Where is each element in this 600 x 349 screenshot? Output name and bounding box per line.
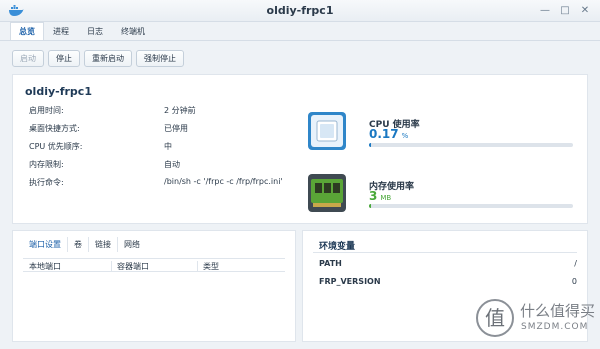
tab-volumes[interactable]: 卷 (68, 237, 89, 252)
tab-bar: 总览 进程 日志 终端机 (10, 22, 154, 40)
window-title: oldiy-frpc1 (266, 4, 334, 17)
memory-usage-fill (369, 204, 371, 208)
info-value: 已停用 (164, 124, 188, 133)
env-key: PATH (319, 259, 342, 268)
column-divider (197, 261, 198, 271)
tab-process[interactable]: 进程 (44, 22, 78, 40)
maximize-icon[interactable]: □ (558, 4, 572, 18)
env-title: 环境变量 (319, 242, 356, 252)
info-key: 启用时间: (29, 106, 64, 115)
restart-button[interactable]: 重新启动 (84, 50, 132, 67)
column-header-container-port[interactable]: 容器端口 (117, 261, 149, 272)
title-bar: oldiy-frpc1 — □ ✕ (0, 0, 600, 22)
tab-log[interactable]: 日志 (78, 22, 112, 40)
tab-links[interactable]: 链接 (89, 237, 118, 252)
start-button[interactable]: 启动 (12, 50, 44, 67)
env-key: FRP_VERSION (319, 277, 381, 286)
overview-panel: oldiy-frpc1 启用时间: 2 分钟前 桌面快捷方式: 已停用 CPU … (12, 74, 588, 224)
tab-network[interactable]: 网络 (118, 237, 146, 252)
env-value: / (574, 259, 577, 268)
info-key: 执行命令: (29, 178, 64, 187)
info-key: 桌面快捷方式: (29, 124, 80, 133)
info-key: CPU 优先顺序: (29, 142, 83, 151)
column-header-local-port[interactable]: 本地端口 (29, 261, 61, 272)
info-key: 内存限制: (29, 160, 64, 169)
watermark-logo: 值 (476, 299, 514, 337)
stop-button[interactable]: 停止 (48, 50, 80, 67)
tab-terminal[interactable]: 终端机 (112, 22, 154, 40)
cpu-usage-bar (369, 143, 573, 147)
watermark-text: 什么值得买 (520, 302, 596, 320)
toolbar: 启动 停止 重新启动 强制停止 (12, 50, 184, 67)
cpu-usage-fill (369, 143, 371, 147)
cpu-usage-value: 0.17% (369, 127, 409, 141)
tab-port-settings[interactable]: 端口设置 (23, 237, 68, 252)
tab-overview[interactable]: 总览 (10, 22, 44, 40)
env-divider (313, 252, 577, 253)
force-stop-button[interactable]: 强制停止 (136, 50, 184, 67)
memory-icon (308, 174, 346, 212)
env-value: 0 (571, 277, 577, 286)
tab-divider (0, 40, 600, 41)
watermark: 值 什么值得买 SMZDM.COM (476, 295, 600, 349)
info-value: 中 (164, 142, 172, 151)
ports-tab-bar: 端口设置 卷 链接 网络 (23, 237, 146, 252)
ports-table-header: 本地端口 容器端口 类型 (23, 258, 285, 272)
info-value: 2 分钟前 (164, 106, 196, 115)
cpu-icon (308, 112, 346, 150)
info-value: /bin/sh -c '/frpc -c /frp/frpc.ini' (164, 177, 283, 186)
watermark-subtext: SMZDM.COM (521, 322, 589, 332)
close-icon[interactable]: ✕ (578, 4, 592, 18)
column-divider (111, 261, 112, 271)
container-name: oldiy-frpc1 (25, 85, 92, 98)
column-header-type[interactable]: 类型 (203, 261, 219, 272)
minimize-icon[interactable]: — (538, 4, 552, 18)
memory-usage-bar (369, 204, 573, 208)
memory-usage-value: 3 MB (369, 189, 392, 203)
ports-panel: 端口设置 卷 链接 网络 本地端口 容器端口 类型 (12, 230, 296, 342)
info-value: 自动 (164, 160, 180, 169)
